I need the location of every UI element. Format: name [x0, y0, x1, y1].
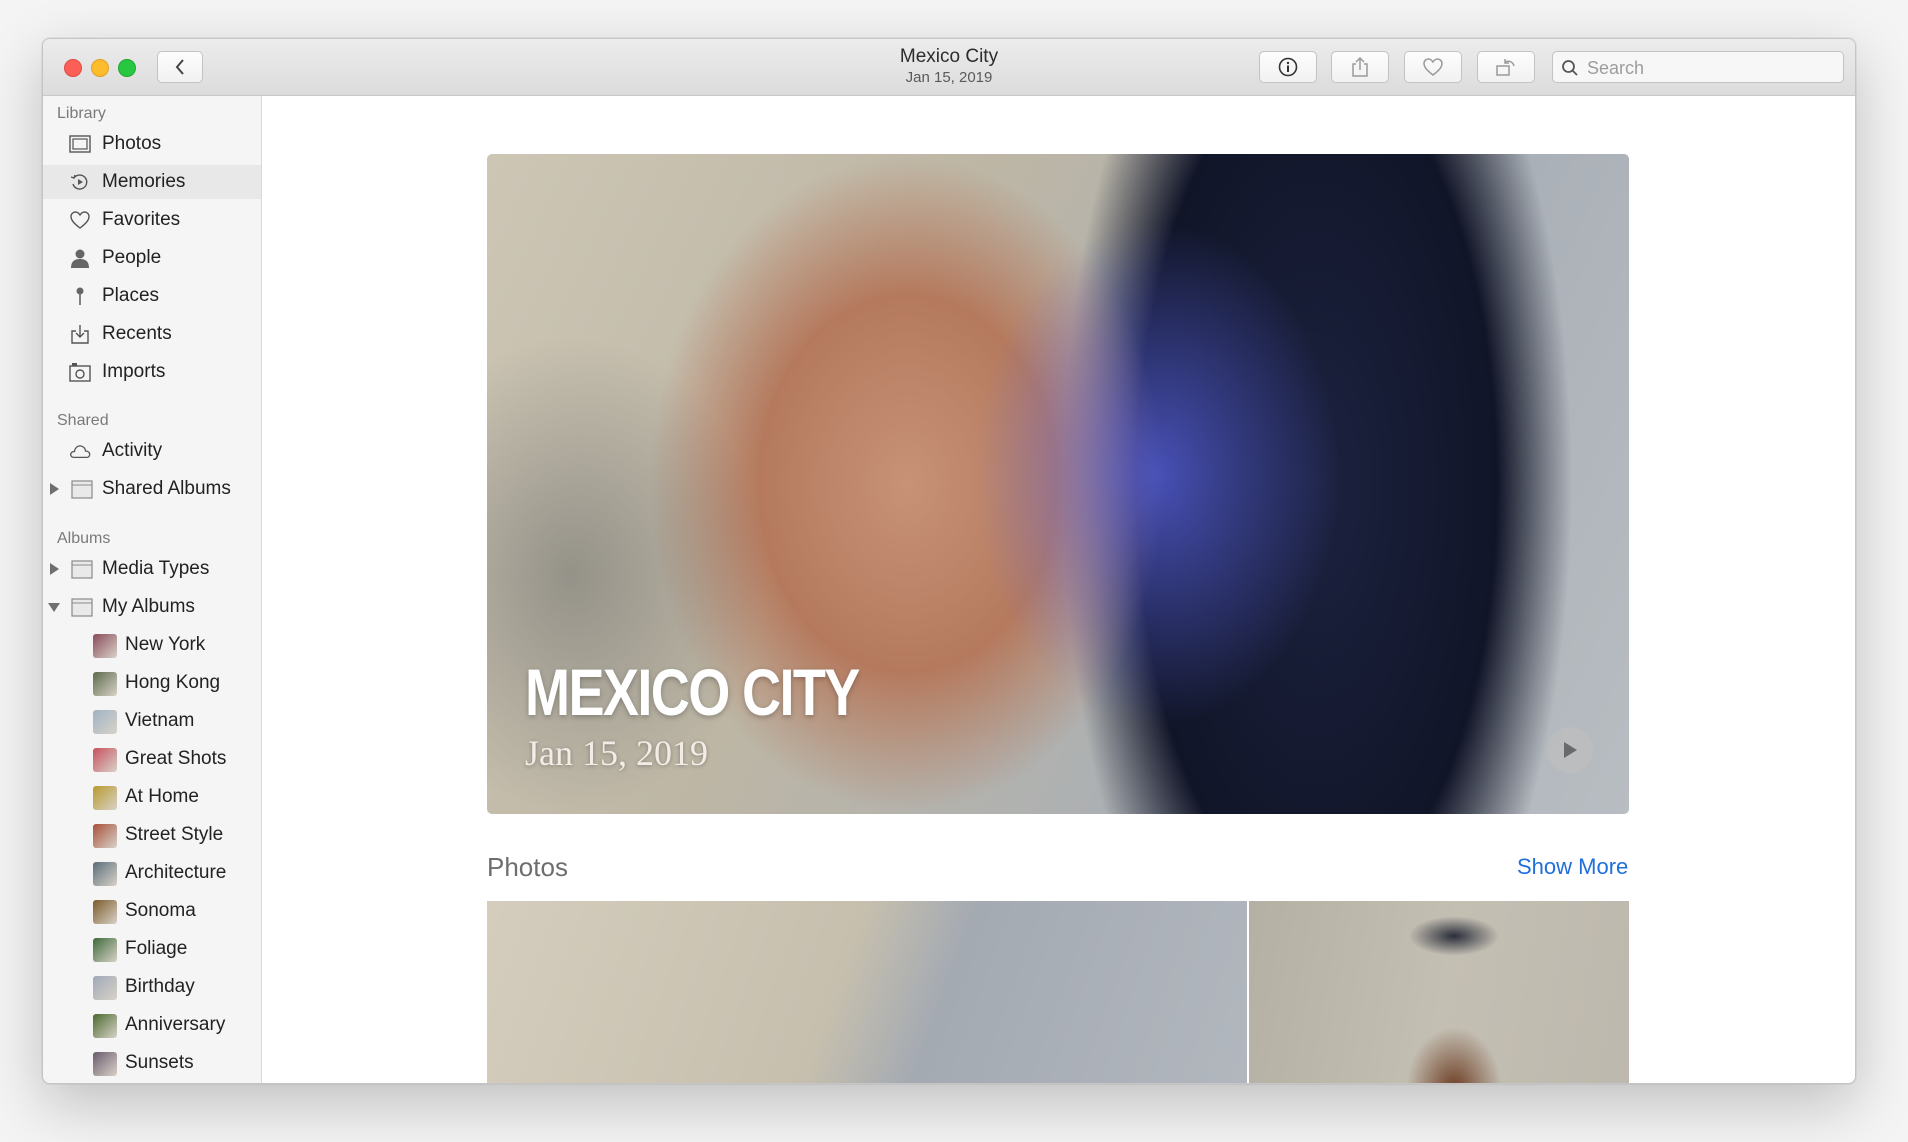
folder-icon — [71, 480, 93, 499]
album-label: Street Style — [125, 824, 224, 845]
album-item[interactable]: Great Shots — [43, 742, 261, 776]
sidebar-item-label: Photos — [102, 133, 162, 154]
album-thumbnail — [93, 634, 117, 658]
sidebar-item-label: Memories — [102, 171, 186, 192]
photo-thumbnail[interactable] — [487, 901, 1247, 1083]
album-label: Hong Kong — [125, 672, 221, 693]
album-label: Sunsets — [125, 1052, 194, 1073]
play-button[interactable] — [1547, 727, 1593, 773]
sidebar-item-recents[interactable]: Recents — [43, 317, 261, 351]
album-thumbnail — [93, 976, 117, 1000]
shared-heading: Shared — [57, 412, 109, 429]
album-label: New York — [125, 634, 206, 655]
album-thumbnail — [93, 900, 117, 924]
album-item[interactable]: Architecture — [43, 856, 261, 890]
disclosure-triangle-icon[interactable] — [50, 563, 59, 575]
sidebar-item-memories[interactable]: Memories — [43, 165, 261, 199]
sidebar-item-shared-albums[interactable]: Shared Albums — [43, 472, 261, 506]
sidebar-item-photos[interactable]: Photos — [43, 127, 261, 161]
sidebar-item-label: Places — [102, 285, 160, 306]
album-label: At Home — [125, 786, 199, 807]
play-icon — [1564, 742, 1577, 758]
sidebar-item-my-albums[interactable]: My Albums — [43, 590, 261, 624]
sidebar-item-label: People — [102, 247, 162, 268]
sidebar-item-places[interactable]: Places — [43, 279, 261, 313]
memory-hero[interactable]: MEXICO CITY Jan 15, 2019 — [487, 154, 1629, 814]
search-icon — [1562, 60, 1578, 76]
share-button[interactable] — [1331, 51, 1389, 83]
camera-icon — [69, 363, 91, 382]
photos-window: Mexico City Jan 15, 2019 Search Library … — [42, 38, 1856, 1084]
sidebar-item-label: Activity — [102, 440, 163, 461]
album-thumbnail — [93, 1052, 117, 1076]
info-icon — [1278, 57, 1298, 77]
album-label: Sonoma — [125, 900, 196, 921]
folder-icon — [71, 560, 93, 579]
album-item[interactable]: Birthday — [43, 970, 261, 1004]
library-heading: Library — [57, 105, 106, 122]
album-item[interactable]: Vietnam — [43, 704, 261, 738]
album-thumbnail — [93, 824, 117, 848]
sidebar-item-favorites[interactable]: Favorites — [43, 203, 261, 237]
sidebar: Library Photos Memories Favorites People… — [43, 96, 262, 1083]
album-thumbnail — [93, 672, 117, 696]
heart-icon — [1423, 58, 1443, 76]
album-label: Anniversary — [125, 1014, 226, 1035]
share-icon — [1352, 56, 1368, 77]
album-item[interactable]: New York — [43, 628, 261, 662]
favorite-button[interactable] — [1404, 51, 1462, 83]
sidebar-item-label: Imports — [102, 361, 166, 382]
sidebar-item-media-types[interactable]: Media Types — [43, 552, 261, 586]
memory-title: MEXICO CITY — [525, 655, 860, 729]
disclosure-triangle-icon[interactable] — [48, 603, 60, 612]
album-label: Birthday — [125, 976, 195, 997]
disclosure-triangle-icon[interactable] — [50, 483, 59, 495]
rotate-icon — [1496, 59, 1515, 76]
title-bar: Mexico City Jan 15, 2019 — [43, 39, 1855, 96]
sidebar-item-imports[interactable]: Imports — [43, 355, 261, 389]
sidebar-item-label: Media Types — [102, 558, 210, 579]
album-thumbnail — [93, 1014, 117, 1038]
album-thumbnail — [93, 938, 117, 962]
heart-icon — [70, 211, 90, 229]
album-label: Architecture — [125, 862, 227, 883]
sidebar-item-people[interactable]: People — [43, 241, 261, 275]
search-input[interactable] — [1585, 56, 1839, 80]
main-content: MEXICO CITY Jan 15, 2019 Photos Show Mor… — [262, 96, 1855, 1083]
album-item[interactable]: Sonoma — [43, 894, 261, 928]
person-icon — [71, 249, 89, 268]
sidebar-item-label: My Albums — [102, 596, 195, 617]
album-thumbnail — [93, 710, 117, 734]
album-label: Foliage — [125, 938, 188, 959]
album-thumbnail — [93, 748, 117, 772]
show-more-link[interactable]: Show More — [1517, 854, 1628, 880]
search-field[interactable] — [1552, 51, 1844, 83]
album-item[interactable]: Hong Kong — [43, 666, 261, 700]
photos-icon — [69, 135, 91, 153]
folder-icon — [71, 598, 93, 617]
album-item[interactable]: Street Style — [43, 818, 261, 852]
photos-section-title: Photos — [487, 852, 568, 882]
album-item[interactable]: Foliage — [43, 932, 261, 966]
album-label: Vietnam — [125, 710, 195, 731]
memory-date: Jan 15, 2019 — [525, 733, 708, 773]
sidebar-item-label: Shared Albums — [102, 478, 231, 499]
rotate-button[interactable] — [1477, 51, 1535, 83]
info-button[interactable] — [1259, 51, 1317, 83]
cloud-icon — [70, 445, 91, 459]
memories-icon — [70, 174, 88, 190]
sidebar-item-activity[interactable]: Activity — [43, 434, 261, 468]
photo-thumbnail[interactable] — [1249, 901, 1629, 1083]
recents-icon — [71, 325, 89, 344]
album-thumbnail — [93, 862, 117, 886]
album-label: Great Shots — [125, 748, 227, 769]
album-item[interactable]: Sunsets — [43, 1046, 261, 1080]
album-item[interactable]: Anniversary — [43, 1008, 261, 1042]
pin-icon — [76, 287, 84, 305]
album-thumbnail — [93, 786, 117, 810]
sidebar-item-label: Recents — [102, 323, 172, 344]
album-item[interactable]: At Home — [43, 780, 261, 814]
albums-heading: Albums — [57, 530, 111, 547]
sidebar-item-label: Favorites — [102, 209, 181, 230]
